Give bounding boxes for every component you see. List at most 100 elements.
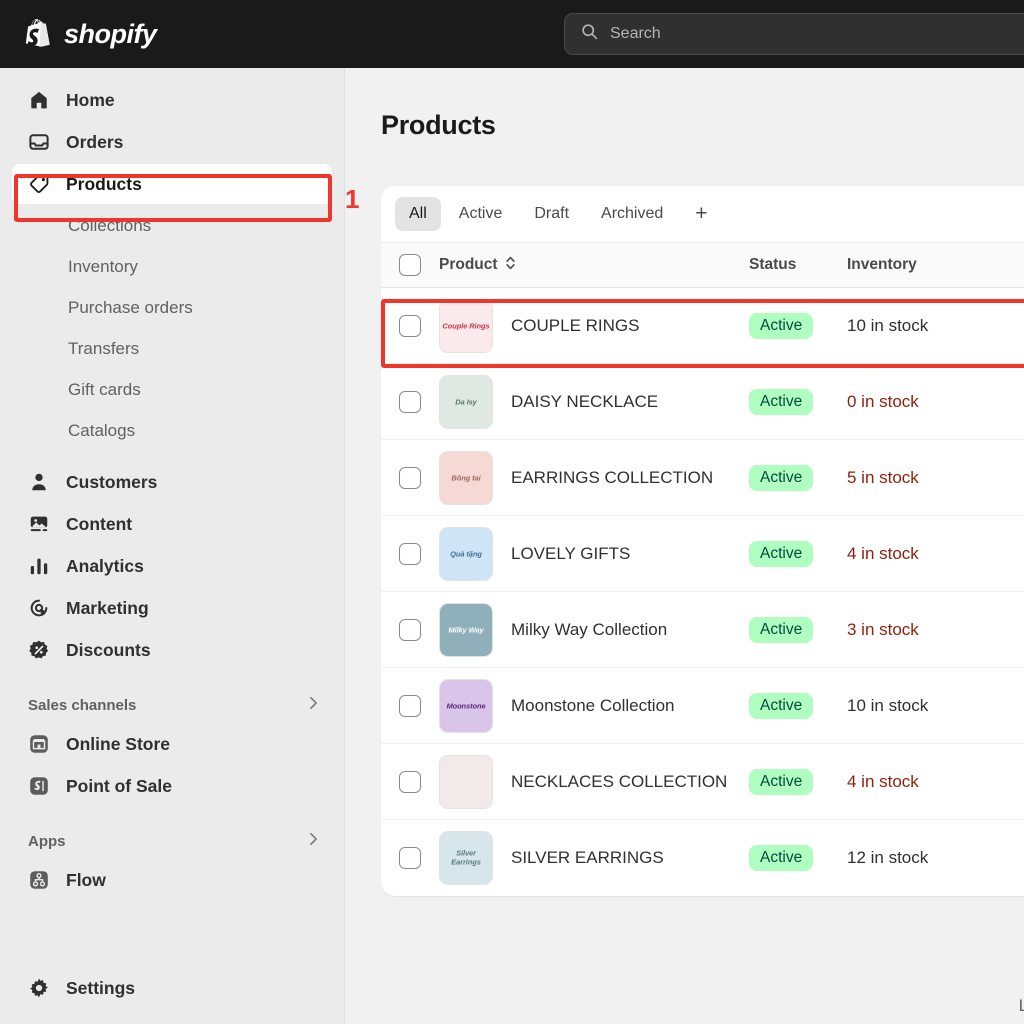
page-title: Products bbox=[381, 110, 496, 140]
orders-inbox-icon bbox=[28, 131, 50, 153]
sidebar-item-customers[interactable]: Customers bbox=[12, 462, 332, 502]
product-tag-icon bbox=[28, 173, 50, 195]
row-checkbox[interactable] bbox=[381, 694, 439, 717]
inventory-cell: 10 in stock bbox=[847, 695, 929, 715]
product-name[interactable]: DAISY NECKLACE bbox=[493, 392, 749, 412]
tab-all[interactable]: All bbox=[395, 197, 441, 231]
tab-label: Draft bbox=[534, 205, 570, 222]
products-card: All Active Draft Archived + Product Stat… bbox=[381, 186, 1024, 896]
inventory-cell: 4 in stock bbox=[847, 771, 919, 791]
column-header-inventory: Inventory bbox=[847, 256, 967, 274]
sidebar-section-sales-channels[interactable]: Sales channels bbox=[12, 688, 332, 722]
sidebar-item-settings[interactable]: Settings bbox=[12, 968, 333, 1008]
product-name[interactable]: SILVER EARRINGS bbox=[493, 848, 749, 868]
sidebar-subitem-purchase-orders[interactable]: Purchase orders bbox=[12, 288, 332, 328]
sidebar-item-discounts[interactable]: Discounts bbox=[12, 630, 332, 670]
row-checkbox[interactable] bbox=[381, 542, 439, 565]
table-row[interactable]: Milky Way Milky Way Collection Active 3 in … bbox=[381, 592, 1024, 668]
main-content: Products All Active Draft Archived + Pro… bbox=[345, 68, 1024, 1024]
section-title: Apps bbox=[28, 832, 66, 850]
sidebar-subitem-collections[interactable]: Collections bbox=[12, 206, 332, 246]
shopify-bag-logo-icon bbox=[24, 18, 54, 50]
column-header-status: Status bbox=[749, 256, 847, 274]
tab-active[interactable]: Active bbox=[445, 197, 517, 231]
tab-label: Active bbox=[458, 205, 503, 222]
add-view-button[interactable]: + bbox=[681, 202, 721, 226]
product-name[interactable]: LOVELY GIFTS bbox=[493, 544, 749, 564]
product-name[interactable]: COUPLE RINGS bbox=[493, 316, 749, 336]
top-bar: shopify Search bbox=[0, 0, 1024, 68]
status-badge: Active bbox=[749, 388, 814, 415]
learn-more-link[interactable]: Learn m bbox=[381, 996, 1024, 1016]
sidebar-subitem-label: Catalogs bbox=[68, 421, 136, 440]
sidebar-item-label: Orders bbox=[66, 131, 124, 152]
sidebar-item-label: Analytics bbox=[66, 555, 144, 576]
sidebar-item-label: Products bbox=[66, 173, 142, 194]
shopify-brand[interactable]: shopify bbox=[24, 18, 157, 50]
sidebar-item-label: Home bbox=[66, 89, 115, 110]
status-badge: Active bbox=[749, 692, 814, 719]
select-all-checkbox[interactable] bbox=[381, 254, 439, 276]
table-row[interactable]: Couple Rings COUPLE RINGS Active 10 in stoc… bbox=[381, 288, 1024, 364]
product-name[interactable]: NECKLACES COLLECTION bbox=[493, 772, 749, 792]
sidebar-item-online-store[interactable]: Online Store bbox=[12, 724, 332, 764]
table-row[interactable]: Da Isy DAISY NECKLACE Active 0 in stock bbox=[381, 364, 1024, 440]
sidebar-nav: Home Orders Products Collections Invento… bbox=[0, 68, 345, 1024]
row-checkbox[interactable] bbox=[381, 770, 439, 793]
status-badge: Active bbox=[749, 312, 814, 339]
table-row[interactable]: NECKLACES COLLECTION Active 4 in stock bbox=[381, 744, 1024, 820]
sidebar-item-label: Settings bbox=[66, 977, 136, 998]
status-badge: Active bbox=[749, 768, 814, 795]
status-cell: Active bbox=[749, 616, 847, 643]
sidebar-item-analytics[interactable]: Analytics bbox=[12, 546, 332, 586]
sidebar-subitem-gift-cards[interactable]: Gift cards bbox=[12, 370, 332, 410]
sidebar-section-apps[interactable]: Apps bbox=[12, 824, 332, 858]
row-checkbox[interactable] bbox=[381, 847, 439, 869]
status-badge: Active bbox=[749, 845, 814, 871]
marketing-target-icon bbox=[28, 597, 50, 619]
gear-icon bbox=[28, 977, 50, 999]
table-row[interactable]: Quà tặng LOVELY GIFTS Active 4 in stock bbox=[381, 516, 1024, 592]
sidebar-item-marketing[interactable]: Marketing bbox=[12, 588, 332, 628]
row-checkbox[interactable] bbox=[381, 618, 439, 641]
chevron-right-icon bbox=[309, 832, 318, 851]
product-name[interactable]: EARRINGS COLLECTION bbox=[493, 468, 749, 488]
column-label: Product bbox=[439, 256, 498, 273]
product-thumbnail: Milky Way bbox=[439, 602, 493, 657]
inventory-cell: 12 in stock bbox=[847, 848, 929, 867]
sidebar-subitem-catalogs[interactable]: Catalogs bbox=[12, 411, 332, 451]
tab-label: Archived bbox=[601, 205, 664, 222]
table-row[interactable]: Silver Earrings SILVER EARRINGS Active 12 i… bbox=[381, 820, 1024, 896]
status-cell: Active bbox=[749, 768, 847, 795]
sidebar-subitem-label: Inventory bbox=[68, 257, 138, 276]
sidebar-item-products[interactable]: Products bbox=[12, 164, 332, 204]
sidebar-item-home[interactable]: Home bbox=[12, 80, 332, 120]
inventory-cell: 3 in stock bbox=[847, 619, 919, 639]
sidebar-item-point-of-sale[interactable]: Point of Sale bbox=[12, 766, 332, 806]
sidebar-item-content[interactable]: Content bbox=[12, 504, 332, 544]
sidebar-item-label: Point of Sale bbox=[66, 775, 172, 796]
sidebar-item-orders[interactable]: Orders bbox=[12, 122, 332, 162]
table-row[interactable]: Bông tai EARRINGS COLLECTION Active 5 in st… bbox=[381, 440, 1024, 516]
row-checkbox[interactable] bbox=[381, 466, 439, 489]
sidebar-subitem-inventory[interactable]: Inventory bbox=[12, 247, 332, 287]
sort-updown-icon bbox=[505, 255, 516, 276]
tab-draft[interactable]: Draft bbox=[520, 197, 583, 231]
section-title: Sales channels bbox=[28, 696, 137, 714]
sidebar-item-flow[interactable]: Flow bbox=[12, 860, 332, 900]
inventory-cell: 0 in stock bbox=[847, 391, 919, 411]
sidebar-subitem-transfers[interactable]: Transfers bbox=[12, 329, 332, 369]
status-cell: Active bbox=[749, 388, 847, 415]
product-name[interactable]: Moonstone Collection bbox=[493, 696, 749, 716]
table-row[interactable]: Moonstone Moonstone Collection Active 10 in… bbox=[381, 668, 1024, 744]
row-checkbox[interactable] bbox=[381, 314, 439, 337]
column-header-product[interactable]: Product bbox=[439, 255, 749, 276]
product-name[interactable]: Milky Way Collection bbox=[493, 620, 749, 640]
global-search-bar[interactable]: Search bbox=[564, 13, 1024, 55]
status-badge: Active bbox=[749, 540, 814, 567]
status-cell: Active bbox=[749, 312, 847, 339]
tab-archived[interactable]: Archived bbox=[587, 197, 677, 231]
product-thumbnail: Da Isy bbox=[439, 374, 493, 429]
status-badge: Active bbox=[749, 616, 814, 643]
row-checkbox[interactable] bbox=[381, 390, 439, 413]
